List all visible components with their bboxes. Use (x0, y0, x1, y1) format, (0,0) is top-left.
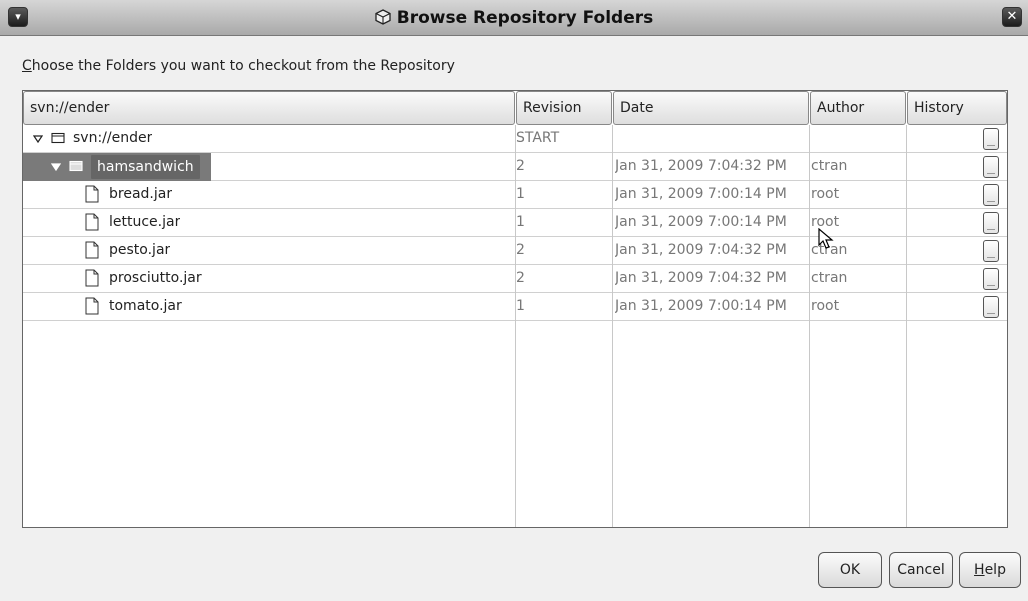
window-title: Browse Repository Folders (0, 8, 1028, 28)
close-button[interactable]: ✕ (1002, 7, 1022, 27)
repository-icon (375, 9, 391, 25)
help-label: elp (984, 562, 1006, 578)
tree-node-label[interactable]: bread.jar (109, 181, 172, 209)
file-icon (85, 269, 99, 287)
history-button[interactable] (983, 156, 999, 178)
history-button[interactable] (983, 212, 999, 234)
revision-cell: 2 (516, 242, 525, 258)
column-header-history[interactable]: History (907, 91, 1007, 125)
folder-icon (51, 132, 65, 144)
tree-node-label[interactable]: tomato.jar (109, 293, 182, 321)
history-button[interactable] (983, 128, 999, 150)
date-cell: Jan 31, 2009 7:00:14 PM (615, 186, 787, 202)
author-cell (811, 125, 905, 153)
date-cell (615, 125, 807, 153)
expand-triangle-icon[interactable] (51, 162, 61, 172)
column-divider (906, 125, 907, 527)
ok-button[interactable]: OK (818, 552, 882, 588)
mouse-pointer-icon (818, 228, 834, 249)
date-cell: Jan 31, 2009 7:00:14 PM (615, 298, 787, 314)
revision-cell: 2 (516, 158, 525, 174)
date-cell: Jan 31, 2009 7:04:32 PM (615, 242, 787, 258)
author-cell: root (811, 298, 840, 314)
title-bar: ▾ Browse Repository Folders ✕ (0, 0, 1028, 36)
tree-node-label[interactable]: hamsandwich (91, 155, 200, 179)
tree-node-label[interactable]: prosciutto.jar (109, 265, 202, 293)
window-title-text: Browse Repository Folders (396, 8, 654, 28)
column-divider (515, 125, 516, 527)
history-button[interactable] (983, 268, 999, 290)
date-cell: Jan 31, 2009 7:04:32 PM (615, 158, 787, 174)
column-header-author[interactable]: Author (810, 91, 906, 125)
folder-icon (69, 160, 83, 172)
history-button[interactable] (983, 184, 999, 206)
author-cell: root (811, 186, 840, 202)
expand-triangle-icon[interactable] (33, 134, 43, 144)
author-cell: ctran (811, 270, 848, 286)
column-header-name[interactable]: svn://ender (23, 91, 515, 125)
revision-cell: 1 (516, 298, 525, 314)
instruction-text: hoose the Folders you want to checkout f… (31, 58, 455, 74)
column-divider (809, 125, 810, 527)
column-header-revision[interactable]: Revision (516, 91, 612, 125)
folder-tree-table[interactable]: svn://ender Revision Date Author History… (22, 90, 1008, 528)
file-icon (85, 213, 99, 231)
revision-cell: 1 (516, 214, 525, 230)
file-icon (85, 241, 99, 259)
revision-cell: START (516, 130, 560, 146)
help-button[interactable]: Help (959, 552, 1021, 588)
cancel-button[interactable]: Cancel (889, 552, 953, 588)
column-header-date[interactable]: Date (613, 91, 809, 125)
date-cell: Jan 31, 2009 7:04:32 PM (615, 270, 787, 286)
file-icon (85, 297, 99, 315)
column-divider (612, 125, 613, 527)
history-button[interactable] (983, 296, 999, 318)
history-button[interactable] (983, 240, 999, 262)
revision-cell: 1 (516, 186, 525, 202)
tree-node-label[interactable]: pesto.jar (109, 237, 170, 265)
file-icon (85, 185, 99, 203)
date-cell: Jan 31, 2009 7:00:14 PM (615, 214, 787, 230)
author-cell: ctran (811, 158, 848, 174)
tree-node-label[interactable]: svn://ender (73, 125, 152, 153)
close-icon: ✕ (1006, 9, 1018, 24)
revision-cell: 2 (516, 270, 525, 286)
mnemonic-char: C (22, 58, 32, 74)
tree-node-label[interactable]: lettuce.jar (109, 209, 180, 237)
help-mnemonic: H (974, 562, 985, 578)
instruction-label: Choose the Folders you want to checkout … (22, 58, 455, 74)
